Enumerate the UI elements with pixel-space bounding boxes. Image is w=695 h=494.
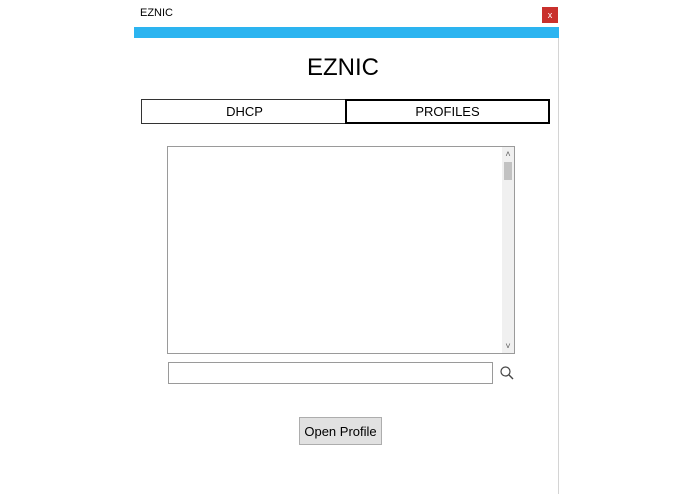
search-icon[interactable]	[499, 365, 515, 381]
title-bar: EZNIC x	[134, 0, 559, 27]
tab-dhcp-label: DHCP	[226, 104, 263, 119]
tab-profiles-label: PROFILES	[415, 104, 480, 119]
scroll-down-icon[interactable]: ˅	[502, 340, 514, 352]
window-title: EZNIC	[140, 7, 173, 19]
tab-dhcp[interactable]: DHCP	[141, 99, 347, 124]
tab-profiles[interactable]: PROFILES	[345, 99, 550, 124]
scroll-up-icon[interactable]: ˄	[502, 148, 514, 160]
vertical-scrollbar[interactable]: ˄ ˅	[502, 147, 514, 353]
close-button[interactable]: x	[542, 7, 558, 23]
page-title: EZNIC	[307, 54, 379, 81]
scroll-thumb[interactable]	[504, 162, 512, 180]
open-profile-button[interactable]: Open Profile	[299, 417, 382, 445]
app-window: EZNIC x EZNIC DHCP PROFILES ˄ ˅ Open Pro…	[134, 0, 559, 494]
open-profile-label: Open Profile	[304, 423, 377, 439]
profiles-listbox[interactable]: ˄ ˅	[167, 146, 515, 354]
accent-bar	[134, 27, 559, 38]
search-input[interactable]	[168, 362, 493, 384]
